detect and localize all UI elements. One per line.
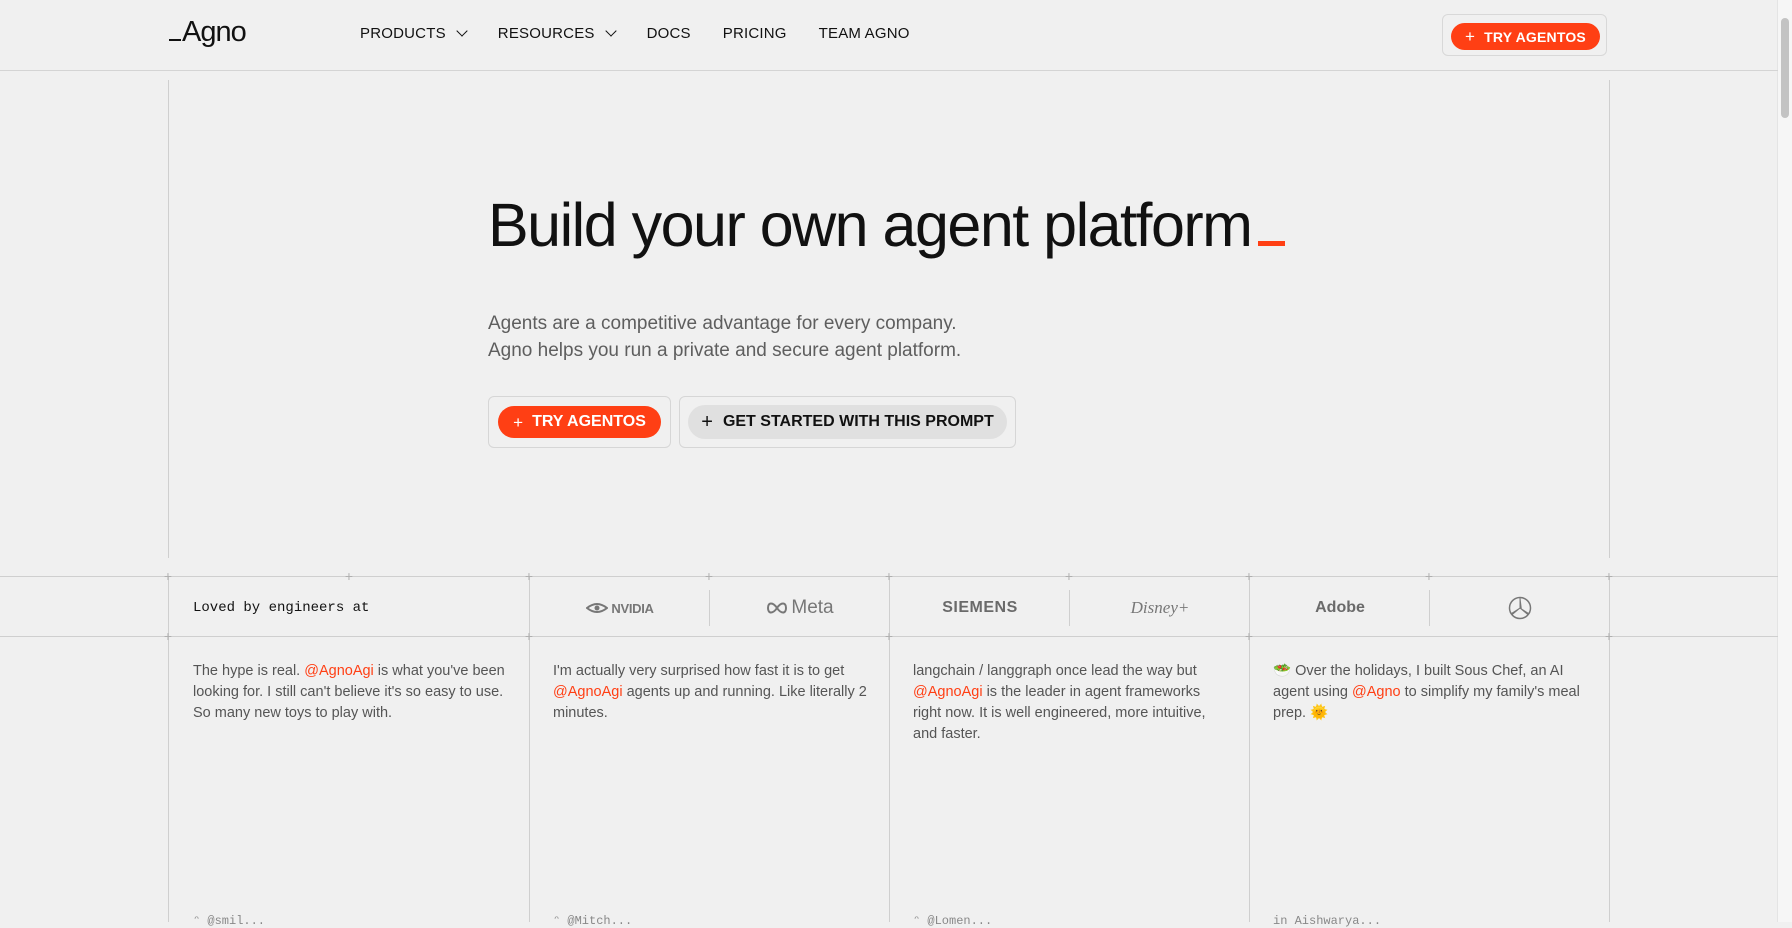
nvidia-wordmark: NVIDIA <box>611 600 654 616</box>
primary-cta-frame: + TRY AGENTOS <box>488 396 671 448</box>
nav-pricing[interactable]: PRICING <box>723 25 787 42</box>
disney-plus-logo: Disney+ <box>1130 598 1190 617</box>
grid-cross: + <box>524 628 534 644</box>
testimonial-card: I'm actually very surprised how fast it … <box>553 661 868 724</box>
plus-icon: + <box>513 412 524 432</box>
nav-team-agno[interactable]: TEAM AGNO <box>819 25 910 42</box>
nav-resources-label: RESOURCES <box>497 25 595 42</box>
testimonial-card: langchain / langgraph once lead the way … <box>913 661 1228 745</box>
header-cta-frame: + TRY AGENTOS <box>1442 14 1607 56</box>
meta-infinity-icon <box>767 602 788 614</box>
testimonial-author[interactable]: in Aishwarya... <box>1273 914 1381 928</box>
chevron-down-icon <box>456 25 468 37</box>
testimonial-author[interactable]: ᵔ @smil... <box>193 914 265 928</box>
grid-cross: + <box>704 568 714 584</box>
testimonial-text: langchain / langgraph once lead the way … <box>913 663 1197 679</box>
meta-wordmark: Meta <box>791 597 834 618</box>
mercedes-logo <box>1430 590 1610 626</box>
grid-cross: + <box>1424 568 1434 584</box>
mention-link[interactable]: @Agno <box>1352 684 1401 700</box>
testimonial-text: The hype is real. <box>193 663 305 679</box>
secondary-cta-label: GET STARTED WITH THIS PROMPT <box>722 413 994 430</box>
main-nav: PRODUCTS RESOURCES DOCS PRICING TEAM AGN… <box>360 25 942 42</box>
header-try-agentos-button[interactable]: + TRY AGENTOS <box>1451 23 1600 50</box>
plus-icon: + <box>1465 27 1476 46</box>
siemens-logo: SIEMENS <box>942 599 1018 616</box>
testimonial-card: 🥗 Over the holidays, I built Sous Chef, … <box>1273 661 1588 724</box>
mention-link[interactable]: @AgnoAgi <box>553 684 623 700</box>
header-cta-label: TRY AGENTOS <box>1484 28 1586 45</box>
secondary-cta-frame: + GET STARTED WITH THIS PROMPT <box>679 396 1016 448</box>
page-scrollbar[interactable] <box>1777 0 1792 922</box>
testimonial-card: The hype is real. @AgnoAgi is what you'v… <box>193 661 508 724</box>
adobe-logo: Adobe <box>1315 599 1365 616</box>
grid-cross: + <box>1604 628 1614 644</box>
nav-resources[interactable]: RESOURCES <box>497 25 617 42</box>
hero-title-text: Build your own agent platform <box>488 191 1253 259</box>
get-started-prompt-button[interactable]: + GET STARTED WITH THIS PROMPT <box>688 405 1007 439</box>
primary-cta-label: TRY AGENTOS <box>532 413 646 430</box>
try-agentos-button[interactable]: + TRY AGENTOS <box>498 406 661 438</box>
mention-link[interactable]: @AgnoAgi <box>304 663 374 679</box>
grid-cross: + <box>1604 568 1614 584</box>
chevron-down-icon <box>604 25 617 37</box>
agno-logo[interactable]: Agno <box>169 16 247 49</box>
nvidia-logo: NVIDIA <box>530 590 710 626</box>
grid-cross: + <box>524 568 534 584</box>
cursor-underscore <box>1257 241 1285 246</box>
nvidia-eye-icon <box>586 603 609 613</box>
site-header: Agno PRODUCTS RESOURCES DOCS PRICING TEA… <box>0 0 1778 71</box>
grid-cross: + <box>344 568 354 584</box>
hero-title: Build your own agent platform <box>488 190 1285 260</box>
mercedes-star-icon <box>1508 596 1532 620</box>
logo-text: Agno <box>182 16 247 48</box>
meta-logo: Meta <box>710 590 890 626</box>
nav-products[interactable]: PRODUCTS <box>360 25 468 42</box>
nav-docs[interactable]: DOCS <box>647 25 691 42</box>
grid-cross: + <box>1064 568 1074 584</box>
grid-cross: + <box>884 568 894 584</box>
nav-products-label: PRODUCTS <box>360 25 446 42</box>
hero-subtitle: Agents are a competitive advantage for e… <box>488 310 961 364</box>
grid-cross: + <box>163 568 173 584</box>
mention-link[interactable]: @AgnoAgi <box>913 684 983 700</box>
hero-subtitle-line: Agno helps you run a private and secure … <box>488 340 962 361</box>
frame-line-left <box>168 80 169 558</box>
scrollbar-thumb[interactable] <box>1781 18 1789 118</box>
testimonial-author[interactable]: ᵔ @Mitch... <box>553 914 632 928</box>
grid-cross: + <box>1244 568 1254 584</box>
loved-by-heading: Loved by engineers at <box>193 600 370 616</box>
plus-icon: + <box>701 411 713 433</box>
frame-line-right <box>1609 80 1610 558</box>
hero-subtitle-line: Agents are a competitive advantage for e… <box>488 313 957 334</box>
grid-cross: + <box>884 628 894 644</box>
grid-cross: + <box>1244 628 1254 644</box>
testimonial-author[interactable]: ᵔ @Lomen... <box>913 914 992 928</box>
grid-cross: + <box>163 628 173 644</box>
testimonial-text: I'm actually very surprised how fast it … <box>553 663 845 679</box>
